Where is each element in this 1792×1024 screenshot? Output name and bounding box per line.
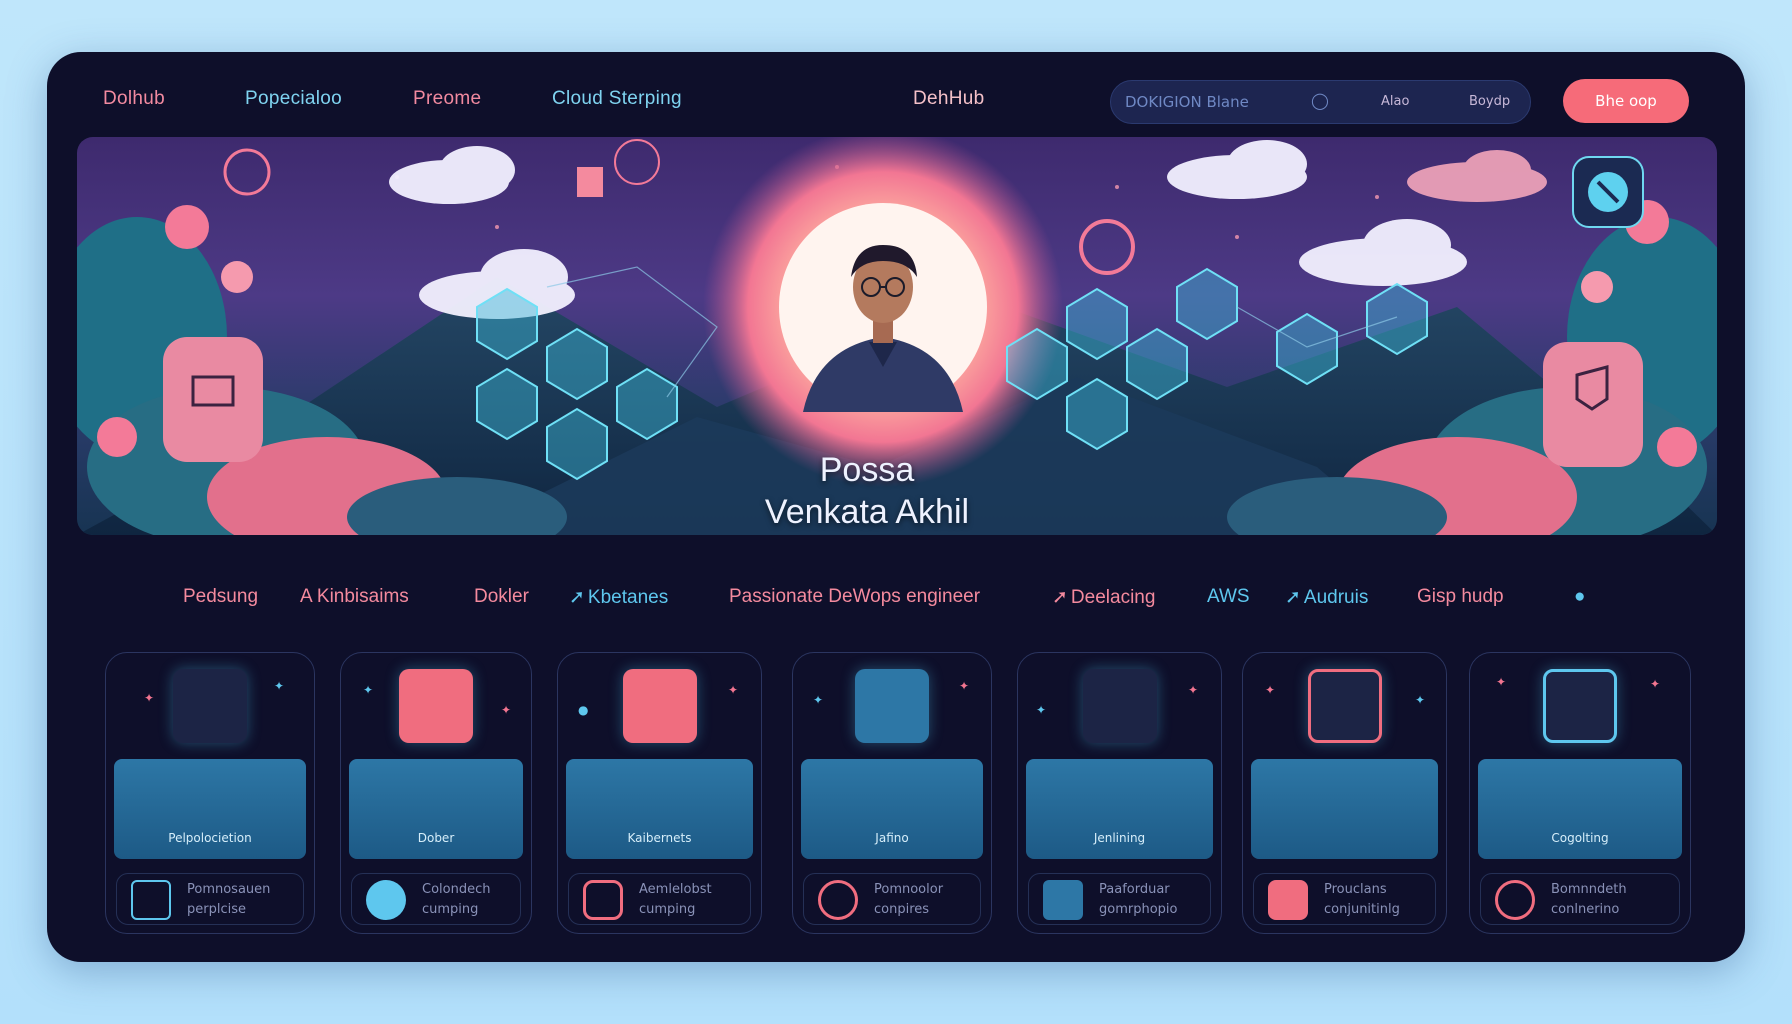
- skill-card[interactable]: ✦ ✦ Prouclans conjunitinlg: [1242, 652, 1447, 934]
- skill-box[interactable]: Kaibernets: [566, 759, 753, 859]
- tag-item[interactable]: Gisp hudp: [1417, 586, 1504, 608]
- play-icon: [399, 669, 473, 743]
- skill-card[interactable]: ✦ ✦ Cogolting Bomnndeth conlnerino: [1469, 652, 1691, 934]
- search-icon[interactable]: ◯: [1311, 91, 1329, 110]
- fingerprint-icon: [1543, 669, 1617, 743]
- target-icon: [1495, 880, 1535, 920]
- skill-label: Jenlining: [1093, 831, 1146, 845]
- nav-link-popecialoo[interactable]: Popecialoo: [245, 88, 342, 110]
- footer-text: Pomnoolor conpires: [874, 882, 944, 917]
- tag-item[interactable]: AWS: [1207, 586, 1250, 608]
- footer-text: Aemlelobst cumping: [639, 882, 712, 917]
- footer-text: Colondech cumping: [422, 882, 491, 917]
- code-icon: [583, 880, 623, 920]
- sparkle-icon: ✦: [144, 691, 155, 705]
- card-footer: Paaforduar gomrphopio: [1028, 873, 1211, 925]
- image-icon: [1082, 669, 1157, 743]
- tag-item[interactable]: Dokler: [474, 586, 529, 608]
- settings-icon: [855, 669, 929, 743]
- skill-label: Cogolting: [1551, 831, 1609, 845]
- skill-box[interactable]: Pelpolocietion: [114, 759, 306, 859]
- tag-item[interactable]: ➚ Kbetanes: [569, 586, 668, 609]
- skill-label: Pelpolocietion: [168, 831, 252, 845]
- network-icon: [1268, 880, 1308, 920]
- tag-item-headline[interactable]: Passionate DeWops engineer: [729, 586, 980, 608]
- gear-icon: [223, 148, 271, 196]
- skill-card[interactable]: ✦ ✦ Pelpolocietion Pomnosauen perplcise: [105, 652, 315, 934]
- search-bar[interactable]: DOKIGION Blane ◯ Alao Boydp: [1110, 80, 1531, 124]
- sparkle-icon: ✦: [813, 693, 824, 707]
- skills-tagline: Pedsung A Kinbisaims Dokler ➚ Kbetanes Pa…: [47, 586, 1745, 626]
- profile-first-name: Possa: [819, 451, 915, 489]
- card-footer: Pomnoolor conpires: [803, 873, 981, 925]
- arrow-icon: ➚: [569, 587, 585, 608]
- sparkle-icon: ✦: [1650, 677, 1661, 691]
- sparkle-icon: ✦: [501, 703, 512, 717]
- arrow-icon: ➚: [1052, 587, 1068, 608]
- card-footer: Prouclans conjunitinlg: [1253, 873, 1436, 925]
- nav-link-cloud-sterping[interactable]: Cloud Sterping: [552, 88, 682, 110]
- tag-item[interactable]: Pedsung: [183, 586, 258, 608]
- sparkle-icon: ✦: [363, 683, 374, 697]
- search-option-alao[interactable]: Alao: [1381, 94, 1409, 109]
- skill-box[interactable]: Jenlining: [1026, 759, 1213, 859]
- nav-link-preome[interactable]: Preome: [413, 88, 481, 110]
- skill-label: Dober: [417, 831, 455, 845]
- list-icon: [1307, 669, 1382, 743]
- cta-button[interactable]: Bhe oop: [1563, 79, 1689, 123]
- shield-device-icon: [1543, 342, 1643, 467]
- skill-box[interactable]: Jafino: [801, 759, 983, 859]
- sparkle-icon: ●: [578, 703, 589, 717]
- card-footer: Aemlelobst cumping: [568, 873, 751, 925]
- sparkle-icon: ✦: [1415, 693, 1426, 707]
- pin-icon: ●: [1574, 586, 1586, 607]
- sparkle-icon: ✦: [1036, 703, 1047, 717]
- gear-icon: [818, 880, 858, 920]
- profile-full-name: Venkata Akhil: [764, 493, 970, 531]
- skill-card[interactable]: ✦ ✦ Dober Colondech cumping: [340, 652, 532, 934]
- tag-item[interactable]: ➚ Audruis: [1285, 586, 1368, 609]
- sparkle-icon: ✦: [728, 683, 739, 697]
- footer-text: Paaforduar gomrphopio: [1099, 882, 1178, 917]
- skill-label: Jafino: [875, 831, 909, 845]
- sparkle-icon: ✦: [1188, 683, 1199, 697]
- profile-name: Possa Venkata Akhil: [677, 449, 1057, 533]
- tag-item[interactable]: A Kinbisaims: [300, 586, 409, 608]
- skill-label: Kaibernets: [627, 831, 692, 845]
- search-option-boydp[interactable]: Boydp: [1469, 94, 1510, 109]
- sparkle-icon: ✦: [1496, 675, 1507, 689]
- footer-text: Bomnndeth conlnerino: [1551, 882, 1627, 917]
- sparkle-icon: ✦: [1265, 683, 1276, 697]
- card-footer: Bomnndeth conlnerino: [1480, 873, 1680, 925]
- server-icon: [163, 337, 263, 462]
- skill-box[interactable]: Dober: [349, 759, 523, 859]
- nav-link-dolhub[interactable]: Dolhub: [103, 88, 165, 110]
- atom-icon: [614, 139, 660, 185]
- footer-text: Prouclans conjunitinlg: [1324, 882, 1400, 917]
- skill-card[interactable]: ● ✦ Kaibernets Aemlelobst cumping: [557, 652, 762, 934]
- app-window: Dolhub Popecialoo Preome Cloud Sterping …: [47, 52, 1745, 962]
- terminal-icon: [131, 880, 171, 920]
- skill-box[interactable]: Cogolting: [1478, 759, 1682, 859]
- arrow-icon: ➚: [1285, 587, 1301, 608]
- database-icon: [366, 880, 406, 920]
- skill-card[interactable]: ✦ ✦ Jenlining Paaforduar gomrphopio: [1017, 652, 1222, 934]
- search-input[interactable]: DOKIGION Blane: [1125, 93, 1249, 111]
- footer-text: Pomnosauen perplcise: [187, 882, 271, 917]
- sparkle-icon: ✦: [959, 679, 970, 693]
- document-icon: [173, 669, 247, 743]
- plant-pot-icon: [577, 167, 603, 197]
- folder-icon: [1043, 880, 1083, 920]
- chat-icon: [622, 669, 697, 743]
- card-footer: Pomnosauen perplcise: [116, 873, 304, 925]
- site-title[interactable]: DehHub: [913, 88, 985, 110]
- hero-banner: Possa Venkata Akhil: [77, 137, 1717, 535]
- skill-box[interactable]: [1251, 759, 1438, 859]
- tag-item[interactable]: ➚ Deelacing: [1052, 586, 1155, 609]
- sparkle-icon: ✦: [274, 679, 285, 693]
- cog-icon: [1079, 219, 1135, 275]
- card-footer: Colondech cumping: [351, 873, 521, 925]
- skill-card[interactable]: ✦ ✦ Jafino Pomnoolor conpires: [792, 652, 992, 934]
